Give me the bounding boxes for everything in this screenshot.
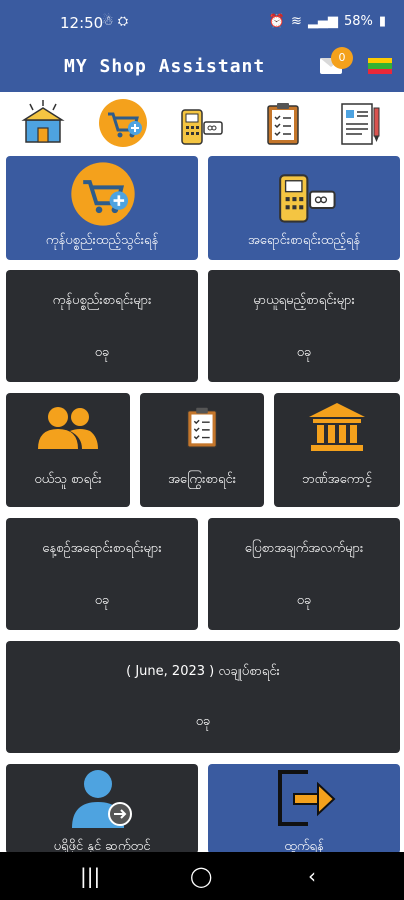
- logout-button[interactable]: ထွက်ရန်: [208, 764, 400, 854]
- products-count: ၀ခု: [94, 345, 110, 360]
- myanmar-flag-icon[interactable]: [368, 58, 392, 74]
- products-list-card[interactable]: ကုန်ပစ္စည်းစာရင်းများ ၀ခု: [6, 270, 198, 382]
- status-bar: 12:50 ☃ ⛭ ⏰ ≋ ▂▄▆ 58% ▮: [0, 0, 404, 44]
- pos-terminal-icon[interactable]: [176, 98, 226, 148]
- daily-sales-card[interactable]: နေ့စဉ်အရောင်းစာရင်းများ ၀ခု: [6, 518, 198, 630]
- bank-card[interactable]: ဘဏ်အကောင့်: [274, 393, 400, 507]
- add-product-label: ကုန်ပစ္စည်းထည့်သွင်းရန်: [45, 233, 159, 248]
- profile-settings-button[interactable]: ပရိုဖိုင် နှင့် ဆက်တင်: [6, 764, 198, 854]
- add-sale-button[interactable]: အရောင်းစာရင်းထည့်ရန်: [208, 156, 400, 260]
- status-right: ⏰ ≋ ▂▄▆ 58% ▮: [269, 14, 386, 29]
- app-title: MY Shop Assistant: [64, 56, 266, 77]
- orders-list-label: မှာယူရမည့်စာရင်းများ: [253, 293, 355, 308]
- alarm-icon: ⏰: [268, 14, 286, 29]
- bank-label: ဘဏ်အကောင့်: [302, 472, 372, 487]
- battery-icon: ▮: [378, 14, 386, 29]
- back-icon[interactable]: ‹: [308, 864, 316, 888]
- quick-icon-strip: [0, 92, 404, 154]
- user-settings-icon: [72, 770, 132, 828]
- invoice-icon[interactable]: [336, 98, 386, 148]
- status-time: 12:50: [60, 14, 104, 32]
- add-cart-icon[interactable]: [98, 98, 148, 148]
- shop-icon[interactable]: [18, 98, 68, 148]
- add-product-button[interactable]: ကုန်ပစ္စည်းထည့်သွင်းရန်: [6, 156, 198, 260]
- customers-card[interactable]: ဝယ်သူ စာရင်း: [6, 393, 130, 507]
- android-nav-bar: ||| ◯ ‹: [0, 852, 404, 900]
- signal-icon: ▂▄▆: [307, 14, 338, 29]
- logout-icon: [278, 770, 336, 826]
- monthly-summary-title: ( June, 2023 ) လချုပ်စာရင်း: [6, 663, 400, 682]
- monthly-summary-count: ၀ခု: [195, 714, 211, 729]
- battery-level: 58%: [343, 14, 373, 29]
- products-list-label: ကုန်ပစ္စည်းစာရင်းများ: [52, 293, 152, 308]
- monthly-summary-label: လချုပ်စာရင်း: [218, 664, 280, 679]
- status-notification-icons: ☃ ⛭: [102, 14, 129, 29]
- add-sale-label: အရောင်းစာရင်းထည့်ရန်: [247, 233, 361, 248]
- app-header: 12:50 ☃ ⛭ ⏰ ≋ ▂▄▆ 58% ▮ MY Shop Assistan…: [0, 0, 404, 92]
- users-icon: [38, 407, 98, 449]
- reports-label: ပြေစာအချက်အလက်များ: [244, 541, 364, 556]
- customers-label: ဝယ်သူ စာရင်း: [34, 472, 102, 487]
- recents-icon[interactable]: |||: [80, 864, 100, 888]
- reports-card[interactable]: ပြေစာအချက်အလက်များ ၀ခု: [208, 518, 400, 630]
- mail-count-badge: 0: [331, 47, 353, 69]
- home-icon[interactable]: ◯: [190, 864, 212, 888]
- reports-count: ၀ခု: [296, 593, 312, 608]
- monthly-summary-card[interactable]: ( June, 2023 ) လချုပ်စာရင်း ၀ခု: [6, 641, 400, 753]
- daily-sales-count: ၀ခု: [94, 593, 110, 608]
- debts-label: အကြွေးစာရင်း: [167, 472, 237, 487]
- orders-list-card[interactable]: မှာယူရမည့်စာရင်းများ ၀ခု: [208, 270, 400, 382]
- wifi-icon: ≋: [291, 14, 302, 29]
- clipboard-icon: [186, 407, 218, 448]
- month-period: ( June, 2023 ): [126, 664, 215, 679]
- debts-card[interactable]: အကြွေးစာရင်း: [140, 393, 264, 507]
- clipboard-icon[interactable]: [258, 98, 308, 148]
- daily-sales-label: နေ့စဉ်အရောင်းစာရင်းများ: [42, 541, 162, 556]
- add-cart-icon: [71, 162, 135, 226]
- pos-terminal-icon: [279, 174, 336, 223]
- bank-icon: [309, 403, 365, 451]
- orders-count: ၀ခု: [296, 345, 312, 360]
